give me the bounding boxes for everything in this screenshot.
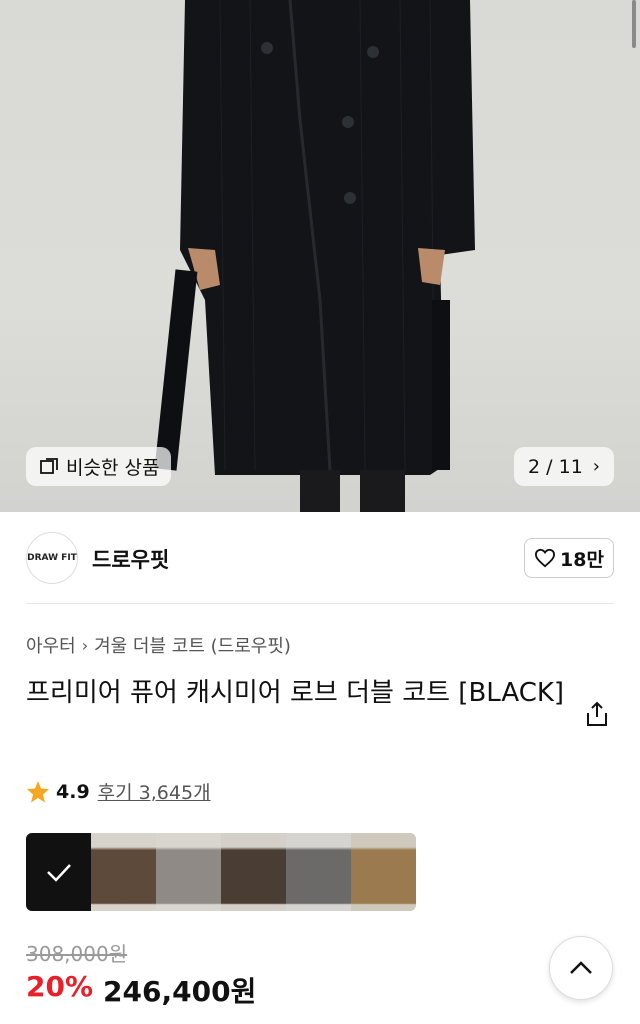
heart-icon <box>535 548 556 568</box>
checkmark-icon <box>47 864 71 882</box>
share-icon[interactable] <box>584 700 610 728</box>
reviews-link[interactable]: 후기 3,645개 <box>98 778 211 805</box>
final-price: 246,400원 <box>103 975 257 1008</box>
color-option-black[interactable] <box>26 833 91 911</box>
price-row: 20% 246,400원 <box>26 970 256 1010</box>
brand-logo[interactable]: DRAW FIT <box>26 532 78 584</box>
scrollbar[interactable] <box>632 0 636 48</box>
product-title: 프리미어 퓨어 캐시미어 로브 더블 코트 [BLACK] <box>26 678 565 708</box>
counter-text: 2 / 11 <box>528 455 583 478</box>
brand-row: DRAW FIT 드로우핏 18만 <box>26 532 614 584</box>
star-icon <box>27 780 49 802</box>
rating-row: 4.9 후기 3,645개 <box>26 778 211 805</box>
breadcrumb-current[interactable]: 겨울 더블 코트 (드로우핏) <box>94 632 291 658</box>
color-option-charcoal[interactable] <box>286 833 351 911</box>
coat-photo <box>154 0 475 512</box>
discount-rate: 20% <box>26 970 94 1003</box>
color-options <box>26 833 416 911</box>
original-price: 308,000원 <box>26 942 128 966</box>
similar-icon <box>40 457 58 474</box>
scroll-top-button[interactable] <box>549 936 613 1000</box>
chevron-up-icon <box>570 961 592 974</box>
like-count: 18만 <box>560 548 604 571</box>
breadcrumb: 아우터 › 겨울 더블 코트 (드로우핏) <box>26 632 291 658</box>
image-counter[interactable]: 2 / 11 › <box>514 447 614 486</box>
rating-score: 4.9 <box>56 780 90 803</box>
color-option-grey[interactable] <box>156 833 221 911</box>
color-option-dark-brown[interactable] <box>221 833 286 911</box>
divider <box>26 603 614 604</box>
brand-name[interactable]: 드로우핏 <box>92 544 169 574</box>
breadcrumb-parent[interactable]: 아우터 <box>26 632 76 658</box>
similar-label: 비슷한 상품 <box>66 457 160 479</box>
similar-products-button[interactable]: 비슷한 상품 <box>26 447 172 486</box>
like-button[interactable]: 18만 <box>524 538 614 578</box>
chevron-right-icon: › <box>592 456 600 477</box>
chevron-right-icon: › <box>81 635 89 655</box>
product-image[interactable]: 비슷한 상품 2 / 11 › <box>0 0 640 512</box>
color-option-camel[interactable] <box>351 833 416 911</box>
color-option-brown[interactable] <box>91 833 156 911</box>
